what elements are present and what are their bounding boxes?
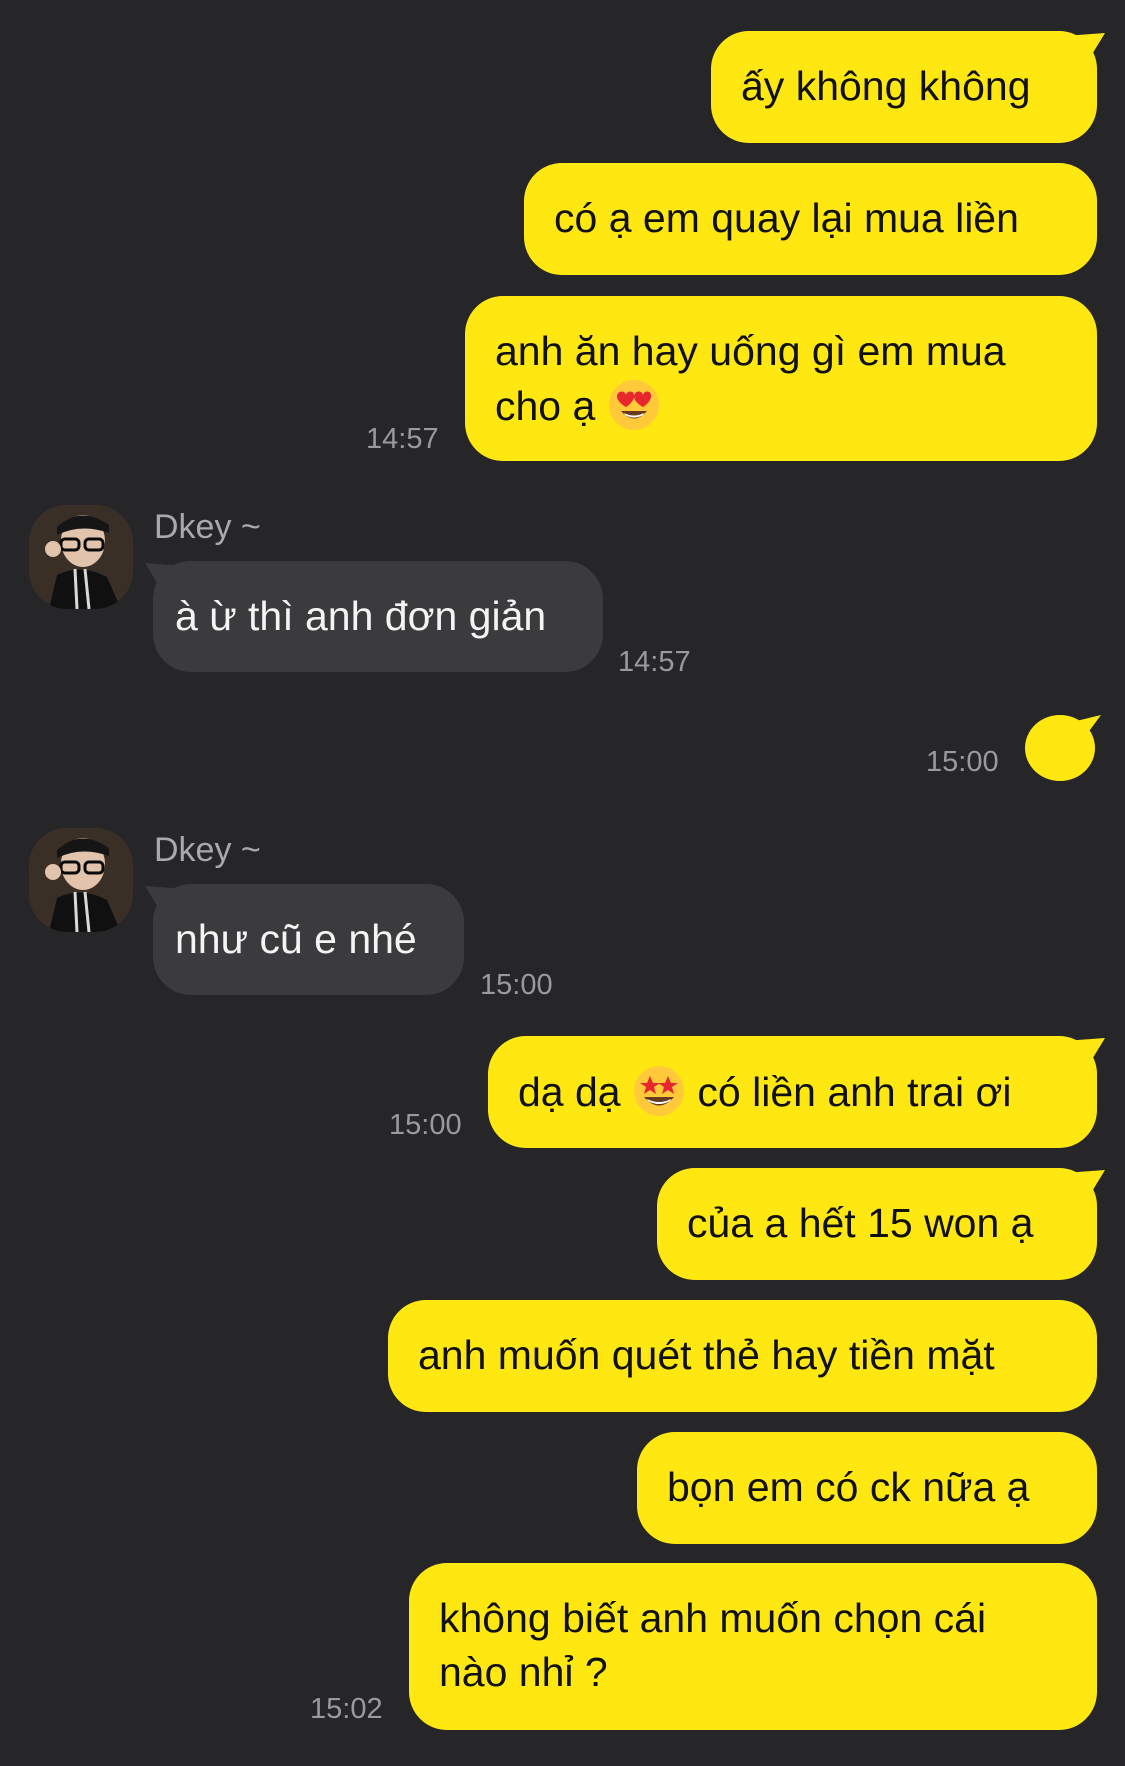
- incoming-message[interactable]: như cũ e nhé: [153, 884, 464, 995]
- star-struck-emoji: [632, 1064, 686, 1131]
- message-text-line: nào nhỉ ?: [439, 1649, 608, 1695]
- sender-name: Dkey ~: [154, 831, 261, 869]
- incoming-message[interactable]: à ừ thì anh đơn giản: [153, 561, 603, 672]
- heart-eyes-emoji: [607, 378, 661, 445]
- message-timestamp: 15:00: [389, 1109, 462, 1141]
- outgoing-message[interactable]: có ạ em quay lại mua liền: [524, 163, 1097, 275]
- outgoing-message[interactable]: anh muốn quét thẻ hay tiền mặt: [388, 1300, 1097, 1412]
- outgoing-message[interactable]: không biết anh muốn chọn cái nào nhỉ ?: [409, 1563, 1097, 1730]
- message-text: của a hết 15 won ạ: [687, 1200, 1034, 1246]
- message-text-line: cho ạ: [495, 383, 596, 429]
- message-text: dạ dạ: [518, 1069, 621, 1115]
- message-text: như cũ e nhé: [175, 916, 417, 962]
- message-timestamp: 15:00: [926, 746, 999, 778]
- message-timestamp: 15:00: [480, 969, 553, 1001]
- message-text: à ừ thì anh đơn giản: [175, 593, 547, 639]
- avatar[interactable]: [29, 828, 133, 932]
- outgoing-message[interactable]: anh ăn hay uống gì em mua cho ạ: [465, 296, 1097, 461]
- message-timestamp: 14:57: [366, 423, 439, 455]
- message-text-line: anh ăn hay uống gì em mua: [495, 328, 1006, 374]
- message-text: có liền anh trai ơi: [697, 1069, 1012, 1115]
- outgoing-message[interactable]: bọn em có ck nữa ạ: [637, 1432, 1097, 1544]
- yellow-bubble-sticker[interactable]: [1025, 715, 1095, 781]
- message-timestamp: 14:57: [618, 646, 691, 678]
- message-text: anh muốn quét thẻ hay tiền mặt: [418, 1332, 995, 1378]
- sender-name: Dkey ~: [154, 508, 261, 546]
- outgoing-message[interactable]: dạ dạ có liền anh trai ơi: [488, 1036, 1097, 1148]
- outgoing-message[interactable]: ấy không không: [711, 31, 1097, 143]
- message-text: ấy không không: [741, 63, 1031, 109]
- avatar[interactable]: [29, 505, 133, 609]
- message-text-line: không biết anh muốn chọn cái: [439, 1595, 987, 1641]
- outgoing-message[interactable]: của a hết 15 won ạ: [657, 1168, 1097, 1280]
- message-text: bọn em có ck nữa ạ: [667, 1464, 1030, 1510]
- message-timestamp: 15:02: [310, 1693, 383, 1725]
- message-text: có ạ em quay lại mua liền: [554, 195, 1019, 241]
